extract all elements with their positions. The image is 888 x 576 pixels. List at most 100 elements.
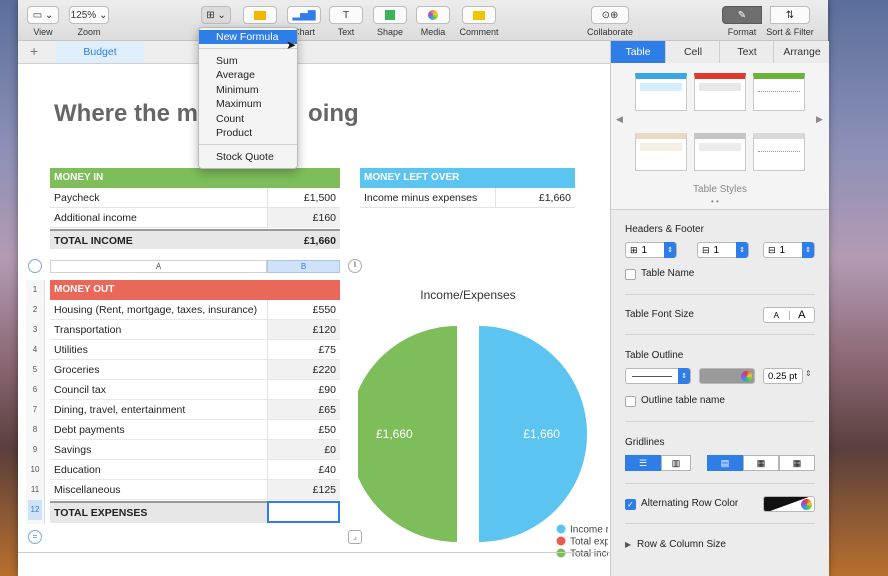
row-number[interactable]: 4 bbox=[28, 340, 42, 360]
sort-filter-button[interactable]: ⇅ Sort & Filter bbox=[762, 6, 818, 37]
collaborate-button[interactable]: ⊙⊕ Collaborate bbox=[584, 6, 636, 37]
row-number[interactable]: 8 bbox=[28, 420, 42, 440]
row-number[interactable]: 2 bbox=[28, 300, 42, 320]
outline-width-stepper-icon[interactable]: ⇕ bbox=[805, 369, 812, 378]
comment-button[interactable]: Comment bbox=[458, 6, 500, 37]
header-cols-value: 1 bbox=[713, 244, 720, 256]
money-out-row-value[interactable]: £220 bbox=[267, 360, 340, 380]
table-name-checkbox[interactable] bbox=[625, 269, 636, 280]
format-button[interactable]: ✎ Format bbox=[720, 6, 764, 37]
row-column-size-label[interactable]: Row & Column Size bbox=[637, 539, 726, 550]
tab-cell[interactable]: Cell bbox=[665, 41, 720, 63]
money-left-table[interactable]: MONEY LEFT OVER Income minus expenses £1… bbox=[360, 168, 575, 210]
menu-item-sum[interactable]: Sum bbox=[199, 54, 297, 68]
table-style-green[interactable] bbox=[753, 73, 805, 111]
menu-item-average[interactable]: Average bbox=[199, 68, 297, 82]
money-out-row-value[interactable]: £125 bbox=[267, 480, 340, 500]
footer-gridlines-button[interactable]: ▦ bbox=[779, 455, 815, 471]
money-out-row-value[interactable]: £120 bbox=[267, 320, 340, 340]
menu-item-product[interactable]: Product bbox=[199, 126, 297, 140]
stepper-arrows-icon: ⇕ bbox=[664, 242, 676, 258]
disclosure-triangle-icon[interactable]: ▶ bbox=[625, 540, 631, 549]
table-style-beige[interactable] bbox=[635, 133, 687, 171]
alternating-color-well[interactable] bbox=[763, 496, 815, 512]
header-rows-icon: ⊞ bbox=[630, 244, 638, 255]
insert-formula-button[interactable]: ⊞ ⌄ bbox=[200, 6, 232, 24]
row-number[interactable]: 7 bbox=[28, 400, 42, 420]
header-column-gridlines-button[interactable]: ▦ bbox=[743, 455, 779, 471]
shape-label: Shape bbox=[376, 27, 404, 37]
money-out-total-value[interactable] bbox=[267, 501, 340, 523]
alternating-row-checkbox[interactable]: ✓ bbox=[625, 499, 636, 510]
horizontal-gridlines-body-button[interactable]: ☰ bbox=[625, 455, 661, 471]
zoom-control[interactable]: 125% ⌄ Zoom bbox=[68, 6, 110, 37]
footer-rows-stepper[interactable]: ⊟ 1 ⇕ bbox=[763, 242, 815, 258]
vertical-gridlines-body-button[interactable]: ▥ bbox=[661, 455, 691, 471]
increase-font-button[interactable]: A bbox=[790, 309, 815, 321]
outline-color-well[interactable] bbox=[699, 368, 755, 384]
sheet-canvas: Where the m oing MONEY IN Paycheck £1,500… bbox=[18, 64, 610, 576]
table-style-plain[interactable] bbox=[753, 133, 805, 171]
zoom-select[interactable]: 125% ⌄ bbox=[69, 6, 109, 24]
format-label: Format bbox=[727, 27, 757, 37]
color-wheel-icon[interactable] bbox=[741, 370, 752, 382]
row-number[interactable]: 12 bbox=[28, 500, 42, 520]
money-out-row-value[interactable]: £90 bbox=[267, 380, 340, 400]
money-out-row-value[interactable]: £40 bbox=[267, 460, 340, 480]
tab-arrange[interactable]: Arrange bbox=[773, 41, 830, 63]
table-style-blue[interactable] bbox=[635, 73, 687, 111]
add-sheet-button[interactable]: + bbox=[30, 43, 38, 59]
outline-style-select[interactable]: ⇕ bbox=[625, 368, 691, 384]
tab-table[interactable]: Table bbox=[611, 41, 665, 63]
table-style-red[interactable] bbox=[694, 73, 746, 111]
column-header-a[interactable]: A bbox=[50, 260, 267, 273]
money-out-header: MONEY OUT bbox=[50, 280, 340, 300]
outline-name-checkbox[interactable] bbox=[625, 396, 636, 407]
money-out-row-value[interactable]: £75 bbox=[267, 340, 340, 360]
view-control[interactable]: ▭ ⌄ View bbox=[26, 6, 60, 37]
column-header-b[interactable]: B bbox=[267, 260, 340, 273]
row-number[interactable]: 3 bbox=[28, 320, 42, 340]
row-number[interactable]: 11 bbox=[28, 480, 42, 500]
header-cols-stepper[interactable]: ⊟ 1 ⇕ bbox=[697, 242, 749, 258]
table-select-handle[interactable] bbox=[28, 259, 42, 273]
add-row-handle[interactable]: = bbox=[28, 530, 42, 544]
menu-item-stock-quote[interactable]: Stock Quote bbox=[199, 150, 297, 164]
styles-prev-icon[interactable]: ◀ bbox=[616, 114, 623, 125]
money-out-row-value[interactable]: £550 bbox=[267, 300, 340, 320]
table-button[interactable] bbox=[242, 6, 278, 24]
pie-chart[interactable]: Income/Expenses £1,660 £1,660 Income r Tota… bbox=[358, 282, 608, 576]
shape-icon bbox=[373, 6, 407, 24]
row-number[interactable]: 1 bbox=[28, 280, 42, 300]
menu-item-minimum[interactable]: Minimum bbox=[199, 83, 297, 97]
decrease-font-button[interactable]: A bbox=[764, 310, 790, 320]
table-style-gray[interactable] bbox=[694, 133, 746, 171]
money-out-row-value[interactable]: £65 bbox=[267, 400, 340, 420]
row-number[interactable]: 9 bbox=[28, 440, 42, 460]
shape-button[interactable]: Shape bbox=[372, 6, 408, 37]
money-out-row-value[interactable]: £0 bbox=[267, 440, 340, 460]
header-rows-stepper[interactable]: ⊞ 1 ⇕ bbox=[625, 242, 677, 258]
sheet-tab-budget[interactable]: Budget bbox=[56, 41, 144, 63]
money-out-row-label: Education bbox=[50, 460, 267, 480]
add-column-handle[interactable]: ‖ bbox=[348, 259, 362, 273]
color-wheel-icon[interactable] bbox=[801, 498, 812, 510]
toolbar: ▭ ⌄ View 125% ⌄ Zoom ⊞ ⌄ ▂▅▇ Chart T Tex… bbox=[18, 0, 828, 41]
media-button[interactable]: Media bbox=[415, 6, 451, 37]
header-gridlines-button[interactable]: ▤ bbox=[707, 455, 743, 471]
row-number[interactable]: 5 bbox=[28, 360, 42, 380]
text-button[interactable]: T Text bbox=[328, 6, 364, 37]
row-number[interactable]: 6 bbox=[28, 380, 42, 400]
styles-next-icon[interactable]: ▶ bbox=[816, 114, 823, 125]
page-dots: • • bbox=[711, 197, 719, 206]
menu-item-new-formula[interactable]: New Formula bbox=[199, 30, 297, 44]
money-out-table[interactable]: MONEY OUT Housing (Rent, mortgage, taxes… bbox=[50, 280, 340, 524]
collaborate-label: Collaborate bbox=[586, 27, 634, 37]
outline-width-field[interactable]: 0.25 pt bbox=[763, 368, 803, 384]
menu-item-maximum[interactable]: Maximum bbox=[199, 97, 297, 111]
tab-text[interactable]: Text bbox=[719, 41, 774, 63]
money-out-row-value[interactable]: £50 bbox=[267, 420, 340, 440]
money-in-table[interactable]: MONEY IN Paycheck £1,500 Additional inco… bbox=[50, 168, 340, 250]
menu-item-count[interactable]: Count bbox=[199, 112, 297, 126]
row-number[interactable]: 10 bbox=[28, 460, 42, 480]
